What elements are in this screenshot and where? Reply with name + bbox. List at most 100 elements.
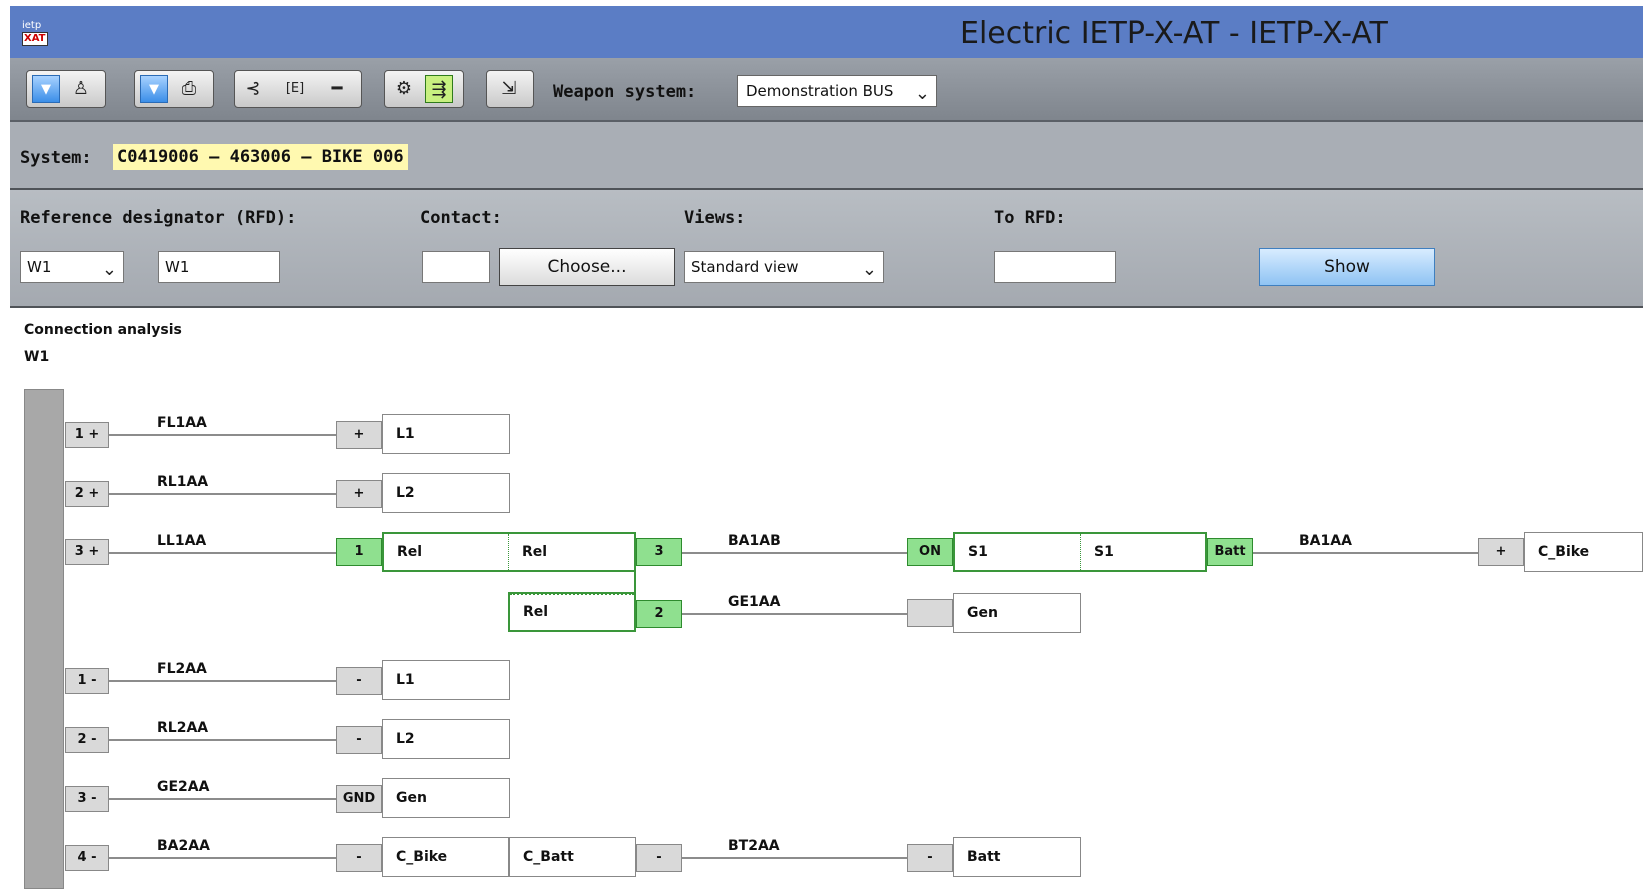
- contact-input[interactable]: [422, 251, 490, 283]
- wire-label: BA1AB: [728, 533, 781, 549]
- network-icon[interactable]: ⚙: [390, 75, 418, 103]
- rfd-select-value: W1: [27, 258, 52, 276]
- component-box[interactable]: Batt: [953, 837, 1081, 877]
- system-label: System:: [20, 148, 92, 168]
- rfd-input[interactable]: W1: [158, 251, 280, 283]
- component-box[interactable]: L2: [382, 473, 510, 513]
- terminal[interactable]: -: [336, 667, 382, 695]
- terminal[interactable]: Batt: [1207, 538, 1253, 566]
- relay-link: [634, 570, 636, 594]
- terminal[interactable]: -: [336, 844, 382, 872]
- relay-label: Rel: [522, 544, 548, 560]
- terminal[interactable]: +: [1478, 538, 1524, 566]
- pin-2-plus[interactable]: 2 +: [65, 481, 109, 507]
- e-box-icon[interactable]: [E]: [281, 75, 309, 103]
- terminal[interactable]: -: [907, 844, 953, 872]
- component-box[interactable]: C_Bike: [382, 837, 509, 877]
- toolbar-group-print: ▼ ⎙: [134, 70, 214, 108]
- terminal[interactable]: ON: [907, 538, 953, 566]
- component-box[interactable]: C_Batt: [509, 837, 636, 877]
- rfd-select[interactable]: W1 ⌄: [20, 251, 124, 283]
- terminal[interactable]: GND: [336, 785, 382, 813]
- to-rfd-input[interactable]: [994, 251, 1116, 283]
- terminal[interactable]: -: [636, 844, 682, 872]
- wire-label: RL2AA: [157, 720, 209, 736]
- pin-3-plus[interactable]: 3 +: [65, 539, 109, 565]
- wire-line: [682, 857, 907, 859]
- wire-label: BA1AA: [1299, 533, 1352, 549]
- wire-line: [109, 493, 336, 495]
- pin-1-minus[interactable]: 1 -: [65, 668, 109, 694]
- pin-4-minus[interactable]: 4 -: [65, 845, 109, 871]
- terminal[interactable]: -: [336, 726, 382, 754]
- terminal[interactable]: [907, 599, 953, 627]
- relay-box[interactable]: Rel: [382, 532, 636, 572]
- chevron-down-icon: ⌄: [914, 83, 930, 104]
- switch-label: S1: [968, 544, 988, 560]
- wire-label: GE2AA: [157, 779, 210, 795]
- connector-bar: [24, 389, 64, 889]
- rfd-label: Reference designator (RFD):: [20, 208, 297, 228]
- divider: [1080, 534, 1081, 572]
- component-box[interactable]: Gen: [953, 593, 1081, 633]
- component-box[interactable]: L1: [382, 414, 510, 454]
- printer-icon[interactable]: ⎙: [175, 75, 203, 103]
- wire-line: [109, 798, 336, 800]
- terminal[interactable]: 3: [636, 538, 682, 566]
- wire-line: [109, 857, 336, 859]
- app-logo-icon: ietp XAT: [22, 20, 56, 54]
- logo-text-bottom: XAT: [22, 32, 48, 46]
- toolbar-group-user: ▼ ♙: [26, 70, 106, 108]
- wire-line: [109, 552, 336, 554]
- chevron-down-icon: ⌄: [101, 259, 117, 280]
- branch-icon[interactable]: ⊰: [239, 75, 267, 103]
- analysis-title: Connection analysis: [24, 322, 182, 338]
- export-icon[interactable]: ⇲: [495, 75, 523, 103]
- wire-line: [109, 739, 336, 741]
- analysis-subject: W1: [24, 349, 50, 365]
- show-button[interactable]: Show: [1259, 248, 1435, 286]
- toolbar-group-tools: ⊰ [E] ━: [234, 70, 362, 108]
- relay-box-lower[interactable]: Rel: [508, 592, 636, 632]
- dropdown-arrow-icon[interactable]: ▼: [140, 75, 168, 103]
- window-title: Electric IETP-X-AT - IETP-X-AT: [960, 16, 1388, 51]
- title-bar: ietp XAT Electric IETP-X-AT - IETP-X-AT: [10, 6, 1643, 58]
- choose-button[interactable]: Choose...: [499, 248, 675, 286]
- wire-line: [682, 552, 907, 554]
- pin-3-minus[interactable]: 3 -: [65, 786, 109, 812]
- chevron-down-icon: ⌄: [861, 259, 877, 280]
- wire-line: [109, 680, 336, 682]
- system-value: C0419006 – 463006 – BIKE 006: [113, 144, 408, 170]
- minus-icon[interactable]: ━: [323, 75, 351, 103]
- pin-1-plus[interactable]: 1 +: [65, 422, 109, 448]
- views-label: Views:: [684, 208, 746, 228]
- connector-icon[interactable]: ⇶: [425, 75, 453, 103]
- divider: [510, 593, 634, 595]
- divider: [508, 534, 509, 572]
- wire-label: BT2AA: [728, 838, 780, 854]
- component-box[interactable]: Gen: [382, 778, 510, 818]
- dropdown-arrow-icon[interactable]: ▼: [32, 75, 60, 103]
- weapon-system-select[interactable]: Demonstration BUS ⌄: [737, 75, 937, 107]
- relay-label: Rel: [397, 544, 423, 560]
- contact-label: Contact:: [420, 208, 502, 228]
- toolbar-group-view: ⚙ ⇶: [384, 70, 464, 108]
- toolbar-group-export: ⇲: [486, 70, 534, 108]
- connection-canvas: [10, 308, 1643, 889]
- wire-label: GE1AA: [728, 594, 781, 610]
- terminal[interactable]: +: [336, 421, 382, 449]
- switch-label: S1: [1094, 544, 1114, 560]
- person-icon[interactable]: ♙: [67, 75, 95, 103]
- wire-label: FL1AA: [157, 415, 207, 431]
- component-box[interactable]: L2: [382, 719, 510, 759]
- terminal[interactable]: +: [336, 480, 382, 508]
- views-select-value: Standard view: [691, 258, 799, 276]
- pin-2-minus[interactable]: 2 -: [65, 727, 109, 753]
- wire-label: FL2AA: [157, 661, 207, 677]
- views-select[interactable]: Standard view ⌄: [684, 251, 884, 283]
- component-box[interactable]: L1: [382, 660, 510, 700]
- terminal[interactable]: 2: [636, 600, 682, 628]
- wire-label: RL1AA: [157, 474, 209, 490]
- component-box[interactable]: C_Bike: [1524, 532, 1643, 572]
- terminal[interactable]: 1: [336, 538, 382, 566]
